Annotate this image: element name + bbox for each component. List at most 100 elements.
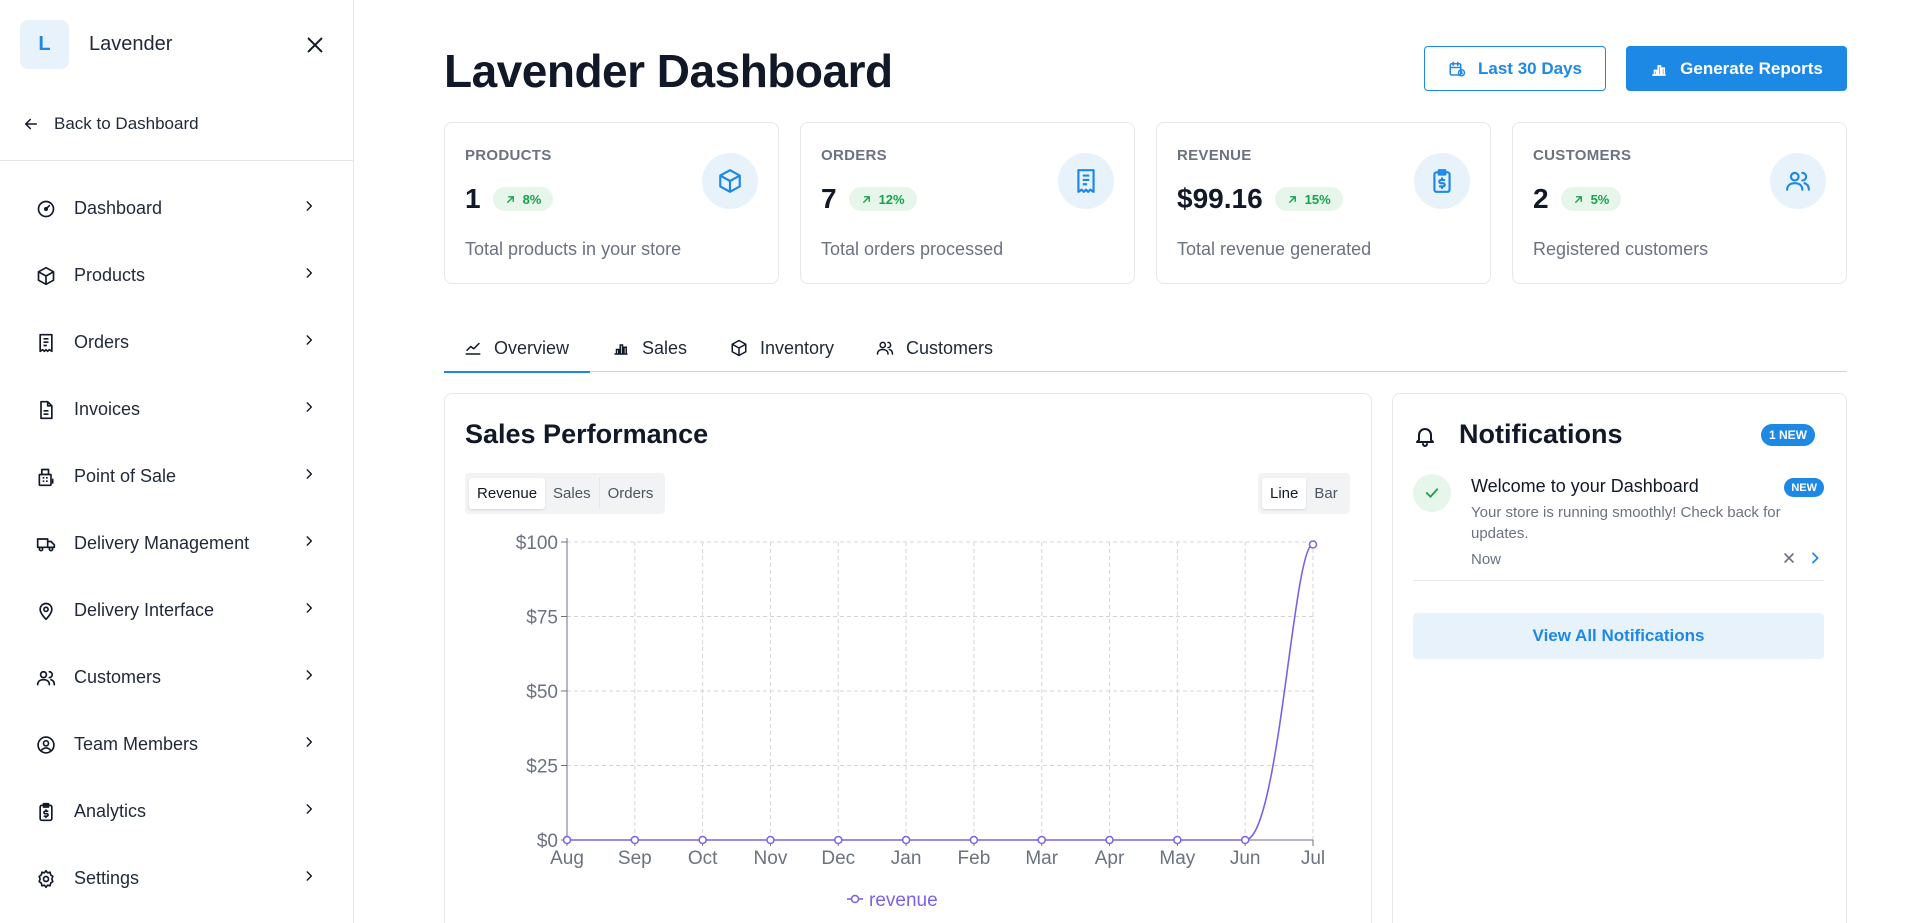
page-title: Lavender Dashboard bbox=[444, 45, 893, 97]
sidebar-divider bbox=[0, 160, 354, 161]
bar-chart-icon bbox=[1652, 64, 1666, 76]
stat-label: CUSTOMERS bbox=[1533, 147, 1632, 164]
close-sidebar-button[interactable] bbox=[302, 32, 328, 58]
y-tick-label: $25 bbox=[526, 757, 558, 778]
stat-card-products: PRODUCTS 1 8% Total products in your sto… bbox=[444, 122, 779, 284]
tab-customers[interactable]: Customers bbox=[876, 324, 993, 372]
stat-label: REVENUE bbox=[1177, 147, 1252, 164]
chevron-right-icon bbox=[306, 469, 313, 479]
bell-icon bbox=[1416, 428, 1434, 447]
chevron-right-icon bbox=[306, 335, 313, 345]
main-content: Lavender Dashboard Last 30 Days Generate… bbox=[354, 0, 1910, 923]
arrow-up-right-icon bbox=[1288, 195, 1296, 203]
chevron-right-icon bbox=[306, 402, 313, 412]
notification-item[interactable]: Welcome to your Dashboard NEW Your store… bbox=[1413, 470, 1824, 581]
box-icon bbox=[702, 153, 758, 209]
dashboard-tabs: Overview Sales Inventory Customers bbox=[444, 324, 1847, 373]
chevron-right-icon[interactable] bbox=[1807, 550, 1823, 566]
trend-badge: 5% bbox=[1560, 187, 1622, 211]
chevron-right-icon bbox=[306, 670, 313, 680]
sales-performance-panel: Sales Performance Revenue Sales Orders L… bbox=[444, 393, 1372, 923]
chevron-right-icon bbox=[306, 603, 313, 613]
brand-logo: L bbox=[20, 20, 69, 69]
trend-badge: 15% bbox=[1274, 187, 1343, 211]
arrow-left-icon bbox=[25, 118, 37, 130]
sidebar-item-invoices[interactable]: Invoices bbox=[0, 376, 354, 443]
x-tick-label: Oct bbox=[688, 848, 718, 869]
tab-label: Customers bbox=[906, 337, 994, 358]
chevron-right-icon bbox=[306, 536, 313, 546]
sidebar-item-analytics[interactable]: Analytics bbox=[0, 778, 354, 845]
x-tick-label: Sep bbox=[618, 848, 652, 869]
generate-reports-label: Generate Reports bbox=[1680, 58, 1823, 78]
arrow-up-right-icon bbox=[506, 195, 514, 203]
sidebar-item-team-members[interactable]: Team Members bbox=[0, 711, 354, 778]
users-icon bbox=[36, 668, 56, 688]
close-icon bbox=[307, 37, 323, 53]
sidebar-item-label: Analytics bbox=[74, 801, 147, 821]
stat-row: 7 12% bbox=[821, 183, 917, 215]
back-to-dashboard-label: Back to Dashboard bbox=[54, 114, 199, 133]
tab-label: Sales bbox=[642, 337, 688, 358]
back-to-dashboard-link[interactable]: Back to Dashboard bbox=[22, 114, 199, 134]
gauge-icon bbox=[36, 199, 56, 219]
users-icon bbox=[1770, 153, 1826, 209]
register-icon bbox=[36, 467, 56, 487]
notifications-panel: Notifications 1 NEW Welcome to your Dash… bbox=[1392, 393, 1847, 923]
stat-value: 2 bbox=[1533, 183, 1549, 214]
data-point bbox=[698, 835, 707, 845]
file-icon bbox=[36, 400, 56, 420]
sidebar-item-orders[interactable]: Orders bbox=[0, 309, 354, 376]
tab-inventory[interactable]: Inventory bbox=[730, 324, 834, 372]
stat-card-orders: ORDERS 7 12% Total orders processed bbox=[800, 122, 1135, 284]
box-icon bbox=[36, 266, 56, 286]
view-all-notifications-button[interactable]: View All Notifications bbox=[1413, 613, 1824, 659]
truck-icon bbox=[36, 534, 56, 554]
tab-overview[interactable]: Overview bbox=[444, 324, 590, 373]
tab-label: Inventory bbox=[760, 337, 835, 358]
sidebar-item-label: Settings bbox=[74, 868, 140, 888]
trend-badge: 12% bbox=[848, 187, 917, 211]
stat-label: PRODUCTS bbox=[465, 147, 552, 164]
x-tick-label: May bbox=[1159, 848, 1195, 869]
notifications-title: Notifications bbox=[1459, 419, 1623, 449]
sidebar-item-products[interactable]: Products bbox=[0, 242, 354, 309]
sidebar-item-dashboard[interactable]: Dashboard bbox=[0, 175, 354, 242]
generate-reports-button[interactable]: Generate Reports bbox=[1626, 46, 1847, 91]
chevron-right-icon bbox=[306, 201, 313, 211]
sidebar-item-label: Delivery Management bbox=[74, 533, 250, 553]
sidebar-item-delivery-interface[interactable]: Delivery Interface bbox=[0, 577, 354, 644]
chevron-right-icon bbox=[306, 871, 313, 881]
x-tick-label: Jan bbox=[891, 848, 922, 869]
gear-icon bbox=[36, 869, 56, 889]
sidebar-item-customers[interactable]: Customers bbox=[0, 644, 354, 711]
sidebar-item-point-of-sale[interactable]: Point of Sale bbox=[0, 443, 354, 510]
sidebar-item-label: Point of Sale bbox=[74, 466, 177, 486]
stat-row: 2 5% bbox=[1533, 183, 1622, 215]
stat-description: Total orders processed bbox=[821, 239, 1004, 259]
sidebar-item-label: Orders bbox=[74, 332, 130, 352]
sidebar-item-settings[interactable]: Settings bbox=[0, 845, 354, 912]
trend-badge: 8% bbox=[492, 187, 554, 211]
bar-chart-icon bbox=[614, 344, 628, 355]
data-point bbox=[766, 835, 775, 845]
series-line-revenue bbox=[567, 543, 1314, 841]
y-tick-label: $75 bbox=[526, 608, 558, 629]
notification-title: Welcome to your Dashboard bbox=[1471, 476, 1699, 496]
arrow-up-right-icon bbox=[862, 195, 870, 203]
notification-message: Your store is running smoothly! Check ba… bbox=[1471, 504, 1781, 542]
brand: L Lavender bbox=[20, 20, 172, 69]
clipboard-dollar-icon bbox=[1414, 153, 1470, 209]
date-range-button[interactable]: Last 30 Days bbox=[1424, 46, 1606, 91]
tab-sales[interactable]: Sales bbox=[612, 324, 687, 372]
chevron-right-icon bbox=[306, 268, 313, 278]
stat-value: 1 bbox=[465, 183, 481, 214]
users-icon bbox=[876, 341, 894, 355]
trend-value: 5% bbox=[1590, 191, 1610, 207]
stat-row: 1 8% bbox=[465, 183, 554, 215]
dismiss-notification-icon[interactable] bbox=[1781, 550, 1797, 566]
data-point bbox=[1037, 835, 1046, 845]
sidebar-item-delivery-management[interactable]: Delivery Management bbox=[0, 510, 354, 577]
data-point bbox=[562, 835, 572, 845]
new-count-badge: 1 NEW bbox=[1761, 424, 1816, 446]
